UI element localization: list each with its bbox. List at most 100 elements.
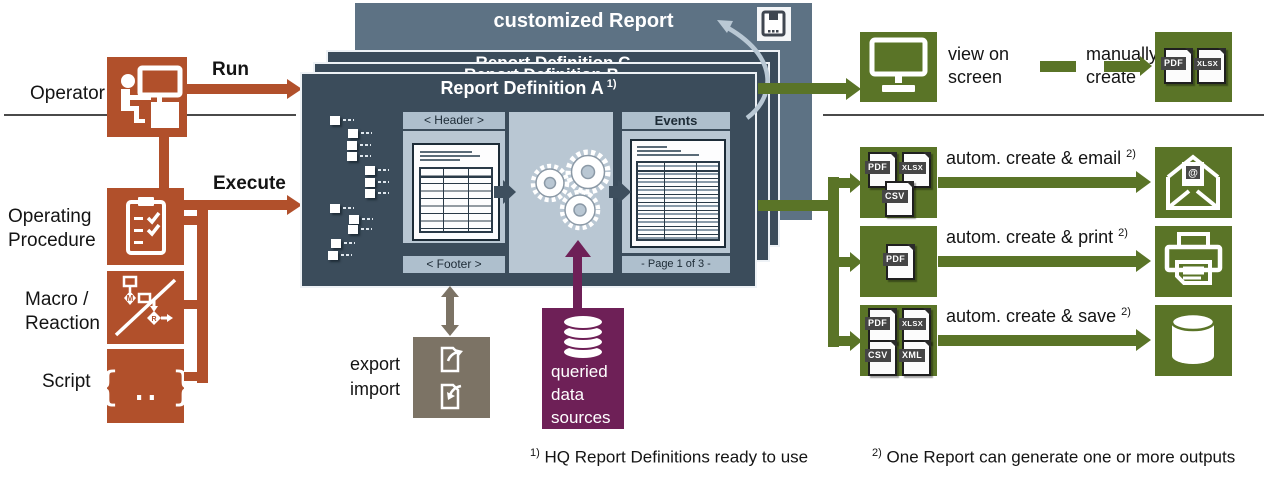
- macro-reaction-label: Macro / Reaction: [25, 288, 100, 336]
- events-document-preview: [630, 139, 726, 248]
- xml-file-icon: XML: [902, 340, 931, 376]
- tree-node: [330, 116, 340, 125]
- view-on-screen-label: view on screen: [948, 43, 1009, 89]
- macro-line2: Reaction: [25, 313, 100, 334]
- print-branch-shaft: [839, 257, 850, 267]
- events-table-grid: [636, 161, 720, 241]
- tree-node: [347, 141, 357, 150]
- customized-report-title: customized Report: [355, 10, 812, 33]
- file-type-label: XLSX: [899, 162, 926, 174]
- open-envelope-at-icon: @: [1155, 147, 1232, 218]
- xlsx-file-icon: XLSX: [902, 308, 931, 344]
- view-line2: screen: [948, 67, 1002, 87]
- file-type-label: CSV: [865, 349, 891, 362]
- script-label: Script: [42, 370, 91, 394]
- email-arrow-head: [1136, 171, 1151, 193]
- doc-text-line: [420, 159, 460, 161]
- export-import-arrow-shaft: [446, 296, 454, 326]
- script-connector: [183, 372, 199, 381]
- printer-icon: [1155, 226, 1232, 297]
- footnote-2: 2) One Report can generate one or more o…: [872, 447, 1235, 468]
- pdf-file-icon: PDF: [868, 308, 897, 344]
- save-output-files-box: PDF XLSX CSV XML: [860, 305, 937, 376]
- csv-file-icon: CSV: [868, 340, 897, 376]
- gears-icon: [509, 112, 613, 273]
- footnote-2-marker: 2): [872, 447, 882, 459]
- output-branch-trunk: [828, 177, 839, 347]
- flow-dash: [1040, 61, 1076, 72]
- macro-connector: [183, 300, 199, 309]
- view-line1: view on: [948, 44, 1009, 64]
- doc-text-line: [637, 154, 699, 156]
- email-footref: 2): [1126, 148, 1136, 160]
- save-arrow-shaft: [938, 335, 1136, 346]
- file-type-label: PDF: [865, 161, 890, 174]
- operating-line1: Operating: [8, 206, 91, 227]
- tree-node: [348, 225, 358, 234]
- save-label-text: autom. create & save: [946, 306, 1116, 326]
- operating-procedure-label: Operating Procedure: [8, 205, 96, 253]
- tree-node: [347, 152, 357, 161]
- events-table-header: [638, 163, 718, 172]
- queried-data-arrow-shaft: [573, 255, 582, 311]
- print-label-text: autom. create & print: [946, 227, 1113, 247]
- script-braces-icon: { .. }: [107, 349, 184, 423]
- footnote-1: 1) HQ Report Definitions ready to use: [530, 447, 808, 468]
- tree-node: [331, 239, 341, 248]
- tree-node: [330, 204, 340, 213]
- macro-reaction-flowchart-icon: M R: [107, 271, 184, 344]
- export-import-documents-icon: [413, 337, 490, 418]
- csv-file-icon: CSV: [885, 181, 914, 217]
- database-stack-icon: [560, 313, 606, 361]
- svg-text:{ .. }: { .. }: [107, 364, 184, 410]
- execute-arrow-shaft: [202, 200, 288, 210]
- tree-node: [348, 129, 358, 138]
- run-arrow-shaft: [187, 84, 288, 94]
- queried-data-sources-label: queried data sources: [551, 360, 611, 429]
- print-footref: 2): [1118, 227, 1128, 239]
- svg-text:@: @: [1188, 168, 1198, 179]
- pdf-file-icon: PDF: [1164, 48, 1193, 84]
- file-type-label: PDF: [865, 317, 890, 330]
- manual-output-files-box: PDF XLSX: [1155, 32, 1232, 102]
- events-section-bar: Events: [622, 112, 730, 129]
- flow-chevron-tail: [609, 186, 618, 198]
- file-type-label: PDF: [883, 253, 908, 266]
- footnote-1-text: HQ Report Definitions ready to use: [545, 448, 809, 467]
- email-branch-shaft: [839, 178, 850, 188]
- tree-node: [365, 189, 375, 198]
- operator-label: Operator: [8, 82, 105, 106]
- monitor-icon: [860, 32, 937, 102]
- svg-text:M: M: [127, 294, 134, 303]
- footnote-1-marker: 1): [530, 447, 540, 459]
- email-arrow-shaft: [938, 177, 1136, 188]
- page-number-bar: - Page 1 of 3 -: [622, 256, 730, 273]
- run-label: Run: [212, 58, 249, 82]
- manual-arrow-head: [1140, 56, 1152, 76]
- xlsx-file-icon: XLSX: [1197, 48, 1226, 84]
- autom-create-print-label: autom. create & print 2): [946, 227, 1128, 248]
- flow-chevron-icon: [618, 180, 631, 204]
- header-section-bar: < Header >: [403, 112, 505, 129]
- processing-panel: [509, 112, 613, 273]
- footnote-2-text: One Report can generate one or more outp…: [887, 448, 1236, 467]
- autom-create-save-label: autom. create & save 2): [946, 306, 1131, 327]
- operating-line2: Procedure: [8, 230, 96, 251]
- queried-line2: data: [551, 385, 584, 404]
- export-label: export: [350, 352, 400, 376]
- flow-chevron-icon: [503, 180, 516, 204]
- queried-line1: queried: [551, 362, 608, 381]
- save-arrow-head: [1136, 329, 1151, 351]
- execute-label: Execute: [213, 172, 286, 196]
- svg-text:R: R: [151, 316, 156, 323]
- footer-section-bar: < Footer >: [403, 256, 505, 273]
- print-arrow-head: [1136, 250, 1151, 272]
- trigger-trunk-line: [197, 200, 208, 383]
- doc-table-header: [421, 169, 491, 178]
- file-type-label: CSV: [882, 190, 908, 203]
- autom-create-email-label: autom. create & email 2): [946, 148, 1136, 169]
- operator-workstation-icon: [107, 57, 187, 137]
- report-workflow-diagram: Operator Run Execute Operating Procedure: [0, 0, 1268, 484]
- output-feed-line: [758, 200, 833, 211]
- queried-line3: sources: [551, 408, 611, 427]
